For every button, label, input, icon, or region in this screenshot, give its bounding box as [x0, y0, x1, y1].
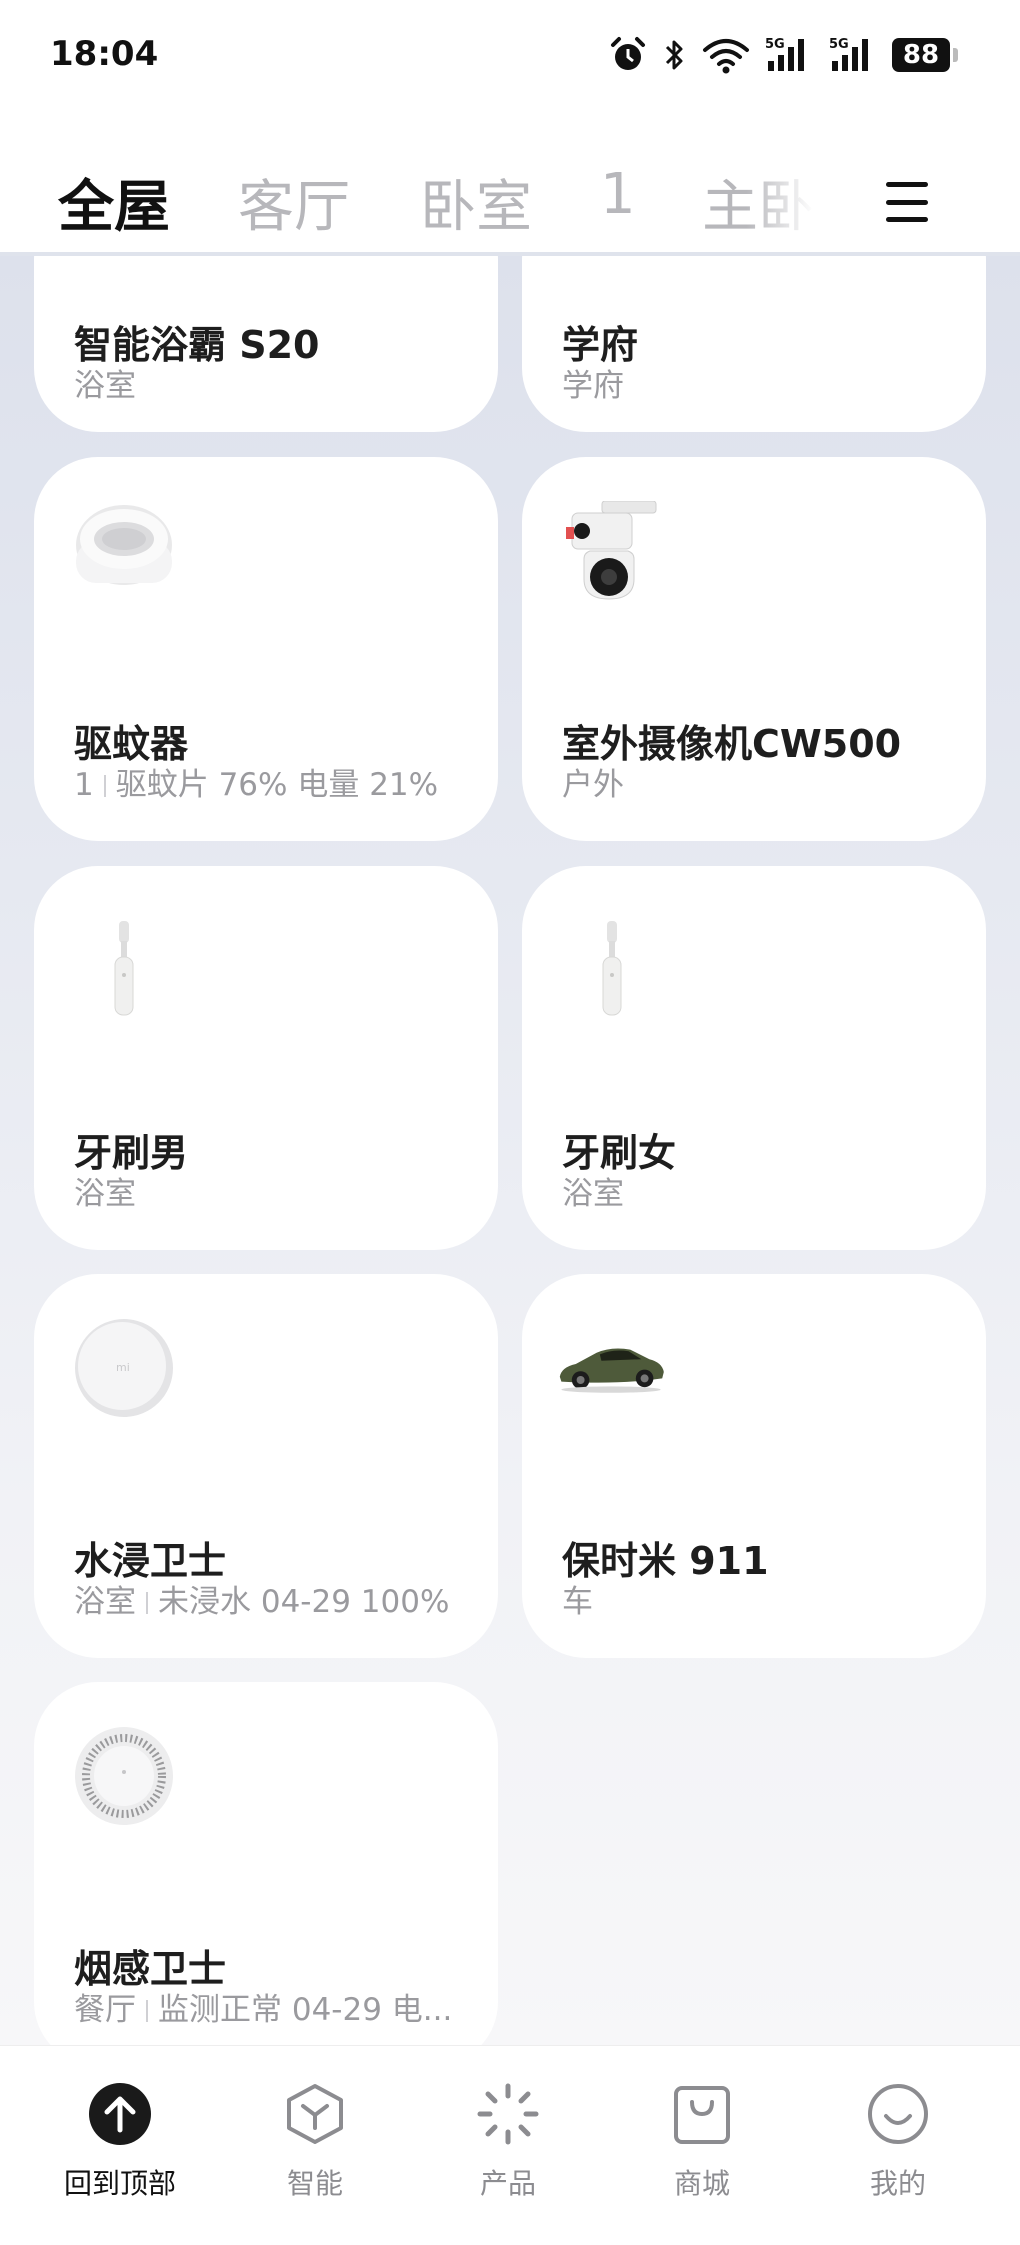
- smart-cube-icon: [287, 2084, 343, 2144]
- status-time: 18:04: [50, 34, 159, 74]
- device-card[interactable]: 学府 学府: [522, 256, 986, 432]
- tab-living-room[interactable]: 客厅: [238, 162, 350, 243]
- nav-label: 回到顶部: [63, 2167, 176, 2200]
- device-room: 浴室: [562, 1176, 624, 1212]
- nav-label: 商城: [673, 2167, 730, 2200]
- smiley-icon: [868, 2084, 928, 2144]
- nav-label: 我的: [869, 2167, 926, 2200]
- outdoor-camera-icon: [566, 501, 657, 600]
- nav-back-to-top[interactable]: 回到顶部: [40, 2082, 200, 2202]
- device-room: 浴室: [74, 368, 136, 404]
- device-card[interactable]: 牙刷男 浴室: [34, 866, 498, 1250]
- svg-text:5G: 5G: [829, 37, 849, 52]
- device-status: 1 驱蚊片 76% 电量 21%: [74, 767, 439, 803]
- bluetooth-icon: [665, 40, 683, 70]
- device-room: 车: [562, 1584, 593, 1620]
- device-grid: 智能浴霸 S20 浴室 学府 学府 驱蚊器 1 驱蚊片 76% 电量 21% 室外…: [0, 256, 1020, 2046]
- water-sensor-icon: mi: [75, 1319, 173, 1417]
- menu-icon[interactable]: [886, 182, 928, 222]
- nav-label: 智能: [286, 2167, 343, 2200]
- tab-bedroom[interactable]: 卧室: [420, 162, 532, 243]
- nav-profile[interactable]: 我的: [818, 2082, 978, 2202]
- smoke-detector-icon: [75, 1727, 173, 1825]
- device-room: 浴室: [74, 1176, 136, 1212]
- bottom-nav: 回到顶部 智能 产品 商城 我的: [0, 2045, 1020, 2245]
- nav-mall[interactable]: 商城: [622, 2082, 782, 2202]
- device-status: 餐厅 监测正常 04-29 电...: [74, 1992, 453, 2028]
- svg-text:5G: 5G: [765, 37, 785, 52]
- tab-master-bedroom[interactable]: 主卧: [702, 162, 814, 243]
- tab-all-rooms[interactable]: 全屋: [58, 162, 170, 243]
- nav-smart[interactable]: 智能: [235, 2082, 395, 2202]
- nav-products[interactable]: 产品: [428, 2082, 588, 2202]
- device-card[interactable]: 保时米 911 车: [522, 1274, 986, 1658]
- alarm-icon: [611, 37, 645, 70]
- toothbrush-icon: [114, 921, 134, 1016]
- nav-label: 产品: [479, 2167, 536, 2200]
- sparkle-icon: [477, 2083, 539, 2145]
- device-status: 浴室 未浸水 04-29 100%: [74, 1584, 450, 1620]
- shopping-bag-icon: [674, 2086, 730, 2144]
- device-card[interactable]: 室外摄像机CW500 户外: [522, 457, 986, 841]
- status-icons: 5G 5G 88: [608, 30, 958, 80]
- device-card[interactable]: 烟感卫士 餐厅 监测正常 04-29 电...: [34, 1682, 498, 2046]
- signal-5g-icon: 5G: [829, 37, 868, 71]
- device-card[interactable]: 牙刷女 浴室: [522, 866, 986, 1250]
- status-bar: 18:04 5G 5G 88: [0, 0, 1020, 110]
- tab-room-1[interactable]: 1: [600, 162, 636, 227]
- car-icon: [559, 1348, 664, 1393]
- mosquito-repeller-icon: [76, 505, 172, 585]
- device-card[interactable]: 智能浴霸 S20 浴室: [34, 256, 498, 432]
- battery-indicator: 88: [892, 38, 958, 72]
- arrow-up-icon: [89, 2083, 151, 2145]
- device-room: 户外: [562, 767, 624, 803]
- toothbrush-icon: [602, 921, 622, 1016]
- device-card[interactable]: mi 水浸卫士 浴室 未浸水 04-29 100%: [34, 1274, 498, 1658]
- wifi-icon: [703, 39, 749, 74]
- signal-5g-icon: 5G: [765, 37, 804, 71]
- device-card[interactable]: 驱蚊器 1 驱蚊片 76% 电量 21%: [34, 457, 498, 841]
- svg-text:mi: mi: [116, 1361, 130, 1374]
- room-tabs: 全屋 客厅 卧室 1 主卧: [0, 110, 1020, 256]
- device-room: 学府: [562, 368, 624, 404]
